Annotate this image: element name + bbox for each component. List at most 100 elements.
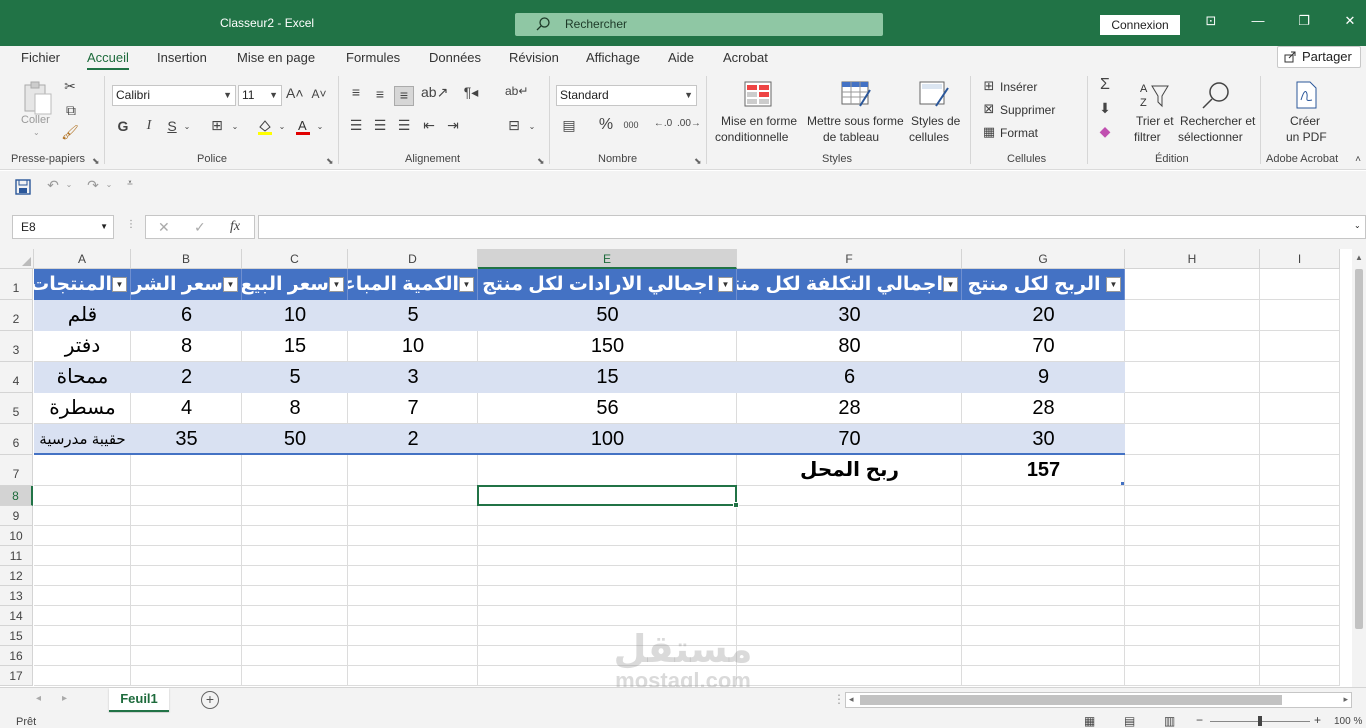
font-size-dropdown[interactable]: 11 ▼ xyxy=(238,85,282,106)
grid-cell[interactable] xyxy=(1260,566,1340,586)
value-cell[interactable]: 50 xyxy=(242,424,348,455)
product-name-cell[interactable]: دفتر xyxy=(34,331,131,362)
grid-cell[interactable] xyxy=(34,455,131,486)
value-cell[interactable]: 6 xyxy=(131,300,242,331)
grid-cell[interactable] xyxy=(962,546,1125,566)
grid-cell[interactable] xyxy=(1125,486,1260,506)
grid-cell[interactable] xyxy=(1260,666,1340,686)
number-launcher-icon[interactable]: ⬊ xyxy=(694,156,702,167)
grid-cell[interactable] xyxy=(478,566,737,586)
grid-cell[interactable] xyxy=(1125,586,1260,606)
scroll-up-icon[interactable]: ▲ xyxy=(1355,253,1363,262)
grid-cell[interactable] xyxy=(1125,424,1260,455)
grid-cell[interactable] xyxy=(348,566,478,586)
chevron-down-icon[interactable]: ⌄ xyxy=(64,180,74,189)
chevron-down-icon[interactable]: ⌄ xyxy=(230,122,240,131)
paste-icon[interactable] xyxy=(22,80,54,116)
delete-cells-icon[interactable]: ⊠ xyxy=(981,101,997,117)
normal-view-icon[interactable]: ▦ xyxy=(1084,714,1095,728)
underline-button[interactable]: S xyxy=(165,118,179,134)
sign-in-button[interactable]: Connexion xyxy=(1100,15,1180,35)
cell-styles-label[interactable]: Styles de xyxy=(911,114,960,128)
value-cell[interactable]: 10 xyxy=(242,300,348,331)
row-header[interactable]: 14 xyxy=(0,606,33,626)
grid-cell[interactable] xyxy=(478,546,737,566)
grid-cell[interactable] xyxy=(34,526,131,546)
row-header[interactable]: 5 xyxy=(0,393,33,424)
value-cell[interactable]: 28 xyxy=(962,393,1125,424)
increase-decimal-icon[interactable]: ←.0 xyxy=(652,118,674,129)
sort-filter-label[interactable]: Trier et xyxy=(1136,114,1174,128)
grid-cell[interactable] xyxy=(348,586,478,606)
value-cell[interactable]: 3 xyxy=(348,362,478,393)
increase-indent-icon[interactable]: ⇥ xyxy=(444,117,462,134)
chevron-down-icon[interactable]: ⌄ xyxy=(277,122,287,131)
row-header[interactable]: 2 xyxy=(0,300,33,331)
borders-icon[interactable]: ⊞ xyxy=(208,117,226,134)
grid-cell[interactable] xyxy=(1260,455,1340,486)
value-cell[interactable]: 56 xyxy=(478,393,737,424)
chevron-down-icon[interactable]: ⌄ xyxy=(182,122,192,131)
chevron-down-icon[interactable]: ⌄ xyxy=(527,122,537,131)
value-cell[interactable]: 6 xyxy=(737,362,962,393)
grid-cell[interactable] xyxy=(1125,646,1260,666)
value-cell[interactable]: 150 xyxy=(478,331,737,362)
grid-cell[interactable] xyxy=(34,586,131,606)
sort-filter-label-2[interactable]: filtrer xyxy=(1134,130,1161,144)
name-box[interactable]: E8 ▼ xyxy=(12,215,114,239)
clear-icon[interactable]: ◆ xyxy=(1097,123,1113,140)
copy-icon[interactable]: ⧉ xyxy=(60,102,82,119)
grid-cell[interactable] xyxy=(242,646,348,666)
grid-cell[interactable] xyxy=(1260,506,1340,526)
grid-cell[interactable] xyxy=(1125,666,1260,686)
row-header[interactable]: 3 xyxy=(0,331,33,362)
grid-cell[interactable] xyxy=(1260,646,1340,666)
number-format-dropdown[interactable]: Standard ▼ xyxy=(556,85,697,106)
grid-cell[interactable] xyxy=(1125,526,1260,546)
grid-cell[interactable] xyxy=(242,526,348,546)
grid-cell[interactable] xyxy=(34,486,131,506)
grid-cell[interactable] xyxy=(348,546,478,566)
value-cell[interactable]: 80 xyxy=(737,331,962,362)
grid-cell[interactable] xyxy=(348,506,478,526)
row-header[interactable]: 16 xyxy=(0,646,33,666)
value-cell[interactable]: 8 xyxy=(242,393,348,424)
sheet-tab-feuil1[interactable]: Feuil1 xyxy=(109,688,169,712)
cancel-icon[interactable]: ✕ xyxy=(158,219,170,236)
grid-cell[interactable] xyxy=(962,606,1125,626)
cut-icon[interactable]: ✂ xyxy=(62,78,78,95)
grid-cell[interactable] xyxy=(737,626,962,646)
add-sheet-icon[interactable]: + xyxy=(201,691,219,709)
align-middle-icon[interactable]: ≡ xyxy=(371,86,389,102)
conditional-formatting-label[interactable]: Mise en forme xyxy=(721,114,797,128)
ribbon-display-icon[interactable]: ⊡ xyxy=(1200,13,1222,33)
wrap-text-icon[interactable]: ab↵ xyxy=(505,84,528,98)
format-as-table-label[interactable]: Mettre sous forme xyxy=(807,114,904,128)
filter-dropdown-icon[interactable]: ▼ xyxy=(943,277,958,292)
column-header-h[interactable]: H xyxy=(1125,249,1260,269)
grid-cell[interactable] xyxy=(1260,269,1340,300)
spreadsheet-grid[interactable]: ABCDEFGHI 1 2 3 4 5 6 7 8 9 10 11 12 13 14 15 16 17 المن… xyxy=(0,249,1352,687)
grid-cell[interactable] xyxy=(1125,300,1260,331)
row-header[interactable]: 7 xyxy=(0,455,33,486)
grid-cell[interactable] xyxy=(1260,586,1340,606)
grid-cell[interactable] xyxy=(737,646,962,666)
percent-icon[interactable]: % xyxy=(598,116,614,134)
grid-cell[interactable] xyxy=(737,666,962,686)
font-name-dropdown[interactable]: Calibri ▼ xyxy=(112,85,236,106)
filter-dropdown-icon[interactable]: ▼ xyxy=(459,277,474,292)
conditional-formatting-label-2[interactable]: conditionnelle xyxy=(715,130,788,144)
grid-cell[interactable] xyxy=(737,506,962,526)
value-cell[interactable]: 15 xyxy=(242,331,348,362)
tab-insertion[interactable]: Insertion xyxy=(157,50,207,65)
grid-cell[interactable] xyxy=(131,626,242,646)
grid-cell[interactable] xyxy=(34,506,131,526)
expand-formula-icon[interactable]: ⌄ xyxy=(1354,221,1361,230)
chevron-down-icon[interactable]: ⌄ xyxy=(104,180,114,189)
product-name-cell[interactable]: مسطرة xyxy=(34,393,131,424)
column-header-f[interactable]: F xyxy=(737,249,962,269)
thousands-separator-icon[interactable]: 000 xyxy=(621,120,641,130)
format-painter-icon[interactable]: 🖌 xyxy=(60,124,80,141)
paste-dropdown-icon[interactable]: ⌄ xyxy=(33,128,40,137)
row-header[interactable]: 9 xyxy=(0,506,33,526)
